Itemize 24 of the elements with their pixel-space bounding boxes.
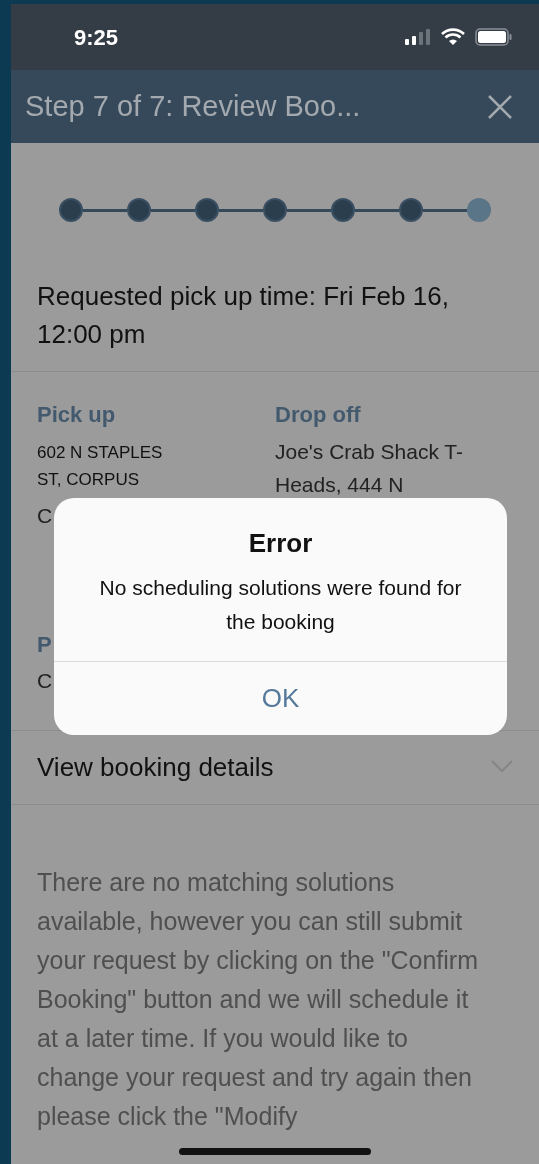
pickup-label: Pick up <box>37 401 117 429</box>
pickup-time: Requested pick up time: Fri Feb 16, 12:00 pm <box>37 280 450 351</box>
stepper-line <box>219 208 263 212</box>
dialog-message: No scheduling solutions were found for the booking <box>98 575 463 635</box>
close-icon[interactable] <box>487 93 513 120</box>
signal-icon <box>405 29 431 45</box>
dropoff-label: Drop off <box>275 401 362 429</box>
payment-label-partial: P <box>37 631 52 659</box>
stepper-line <box>423 208 467 212</box>
stepper-line <box>83 208 127 212</box>
stepper-line <box>151 208 195 212</box>
info-paragraph: There are no matching solutions available, however you can still submit your request by clicking on the "Confirm Booking" button and we will schedule it at a later time. If you would like to change your request and try again then please click the "Modify <box>37 866 479 1132</box>
pickup-address-partial: C <box>37 503 53 529</box>
wifi-icon <box>441 28 465 46</box>
stepper-line <box>287 208 331 212</box>
dropoff-address: Joe's Crab Shack T-Heads, 444 N <box>275 439 465 498</box>
status-time: 9:25 <box>74 23 119 52</box>
payment-value-partial: C <box>37 668 53 694</box>
header-title: Step 7 of 7: Review Boo... <box>25 88 361 124</box>
stepper-line <box>355 208 399 212</box>
dialog-title: Error <box>248 527 313 560</box>
pickup-address: 602 N STAPLES ST, CORPUS <box>37 442 164 491</box>
battery-icon <box>475 28 512 46</box>
ok-button[interactable]: OK <box>54 661 507 735</box>
